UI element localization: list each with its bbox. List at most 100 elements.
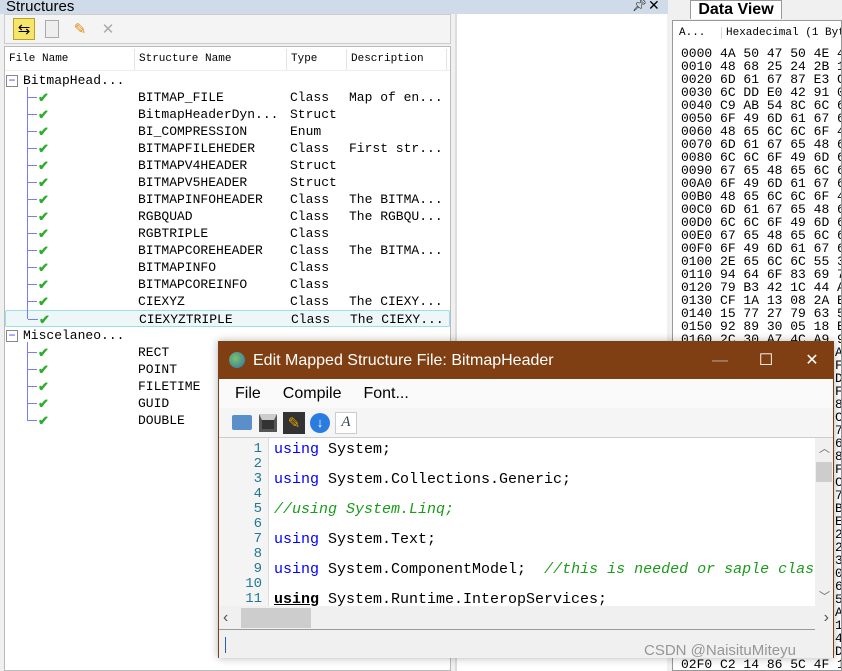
structure-description: Map of en... [349, 90, 443, 105]
code-line[interactable]: using System.Text; [274, 532, 436, 547]
code-line[interactable]: using System.Runtime.InteropServices; [274, 592, 607, 606]
scroll-up-icon[interactable]: ︿ [819, 440, 830, 456]
collapse-icon[interactable]: − [6, 74, 18, 87]
line-number: 1 [253, 441, 262, 457]
list-item[interactable]: ✔ BitmapHeaderDyn... Struct [5, 106, 450, 123]
structure-description: The BITMA... [349, 243, 443, 258]
structure-name: BITMAPV5HEADER [138, 175, 248, 190]
hscroll-thumb[interactable] [241, 608, 311, 628]
structure-name: RGBQUAD [138, 209, 193, 224]
col-structure-name[interactable]: Structure Name [135, 49, 287, 70]
line-number: 6 [253, 516, 262, 532]
save-icon[interactable] [257, 412, 279, 434]
check-icon: ✔ [38, 107, 49, 122]
code-line[interactable]: using System; [274, 442, 391, 457]
structure-name: RECT [138, 345, 170, 360]
save-edit-icon[interactable]: ✎ [283, 411, 305, 434]
maximize-button[interactable]: ☐ [743, 342, 789, 379]
list-item[interactable]: ✔ CIEXYZTRIPLE Class The CIEXY... [5, 310, 450, 327]
menu-bar: File Compile Font... [219, 379, 833, 408]
structure-name: BI_COMPRESSION [138, 124, 248, 139]
line-number: 8 [253, 546, 262, 562]
list-item[interactable]: ✔ BITMAPFILEHEDER Class First str... [5, 140, 450, 157]
watermark: CSDN @NaisituMiteyu [644, 642, 796, 659]
structures-panel-title: Structures [0, 0, 668, 14]
list-item[interactable]: ✔ RGBTRIPLE Class [5, 225, 450, 242]
code-editor[interactable]: 1 2 3 4 5 6 7 8 9 10 11 using System; using System.… [219, 438, 815, 606]
swap-folder-icon[interactable]: ⇆ [13, 18, 35, 40]
check-icon: ✔ [38, 243, 49, 258]
list-header: File Name Structure Name Type Descriptio… [5, 49, 450, 71]
delete-icon[interactable]: ✕ [97, 18, 119, 40]
col-type[interactable]: Type [287, 49, 347, 70]
col-address[interactable]: A... [679, 27, 705, 39]
list-item[interactable]: ✔ BITMAP_FILE Class Map of en... [5, 89, 450, 106]
check-icon: ✔ [38, 124, 49, 139]
scroll-thumb[interactable] [816, 462, 832, 482]
menu-font[interactable]: Font... [363, 379, 408, 408]
menu-file[interactable]: File [235, 379, 261, 408]
list-item[interactable]: ✔ CIEXYZ Class The CIEXY... [5, 293, 450, 310]
tab-data-view[interactable]: Data View [690, 0, 782, 19]
structure-name: CIEXYZ [138, 294, 185, 309]
structure-name: RGBTRIPLE [138, 226, 209, 241]
col-description[interactable]: Description [347, 49, 447, 70]
scroll-right-icon[interactable]: › [824, 609, 829, 627]
list-item[interactable]: ✔ BITMAPV4HEADER Struct [5, 157, 450, 174]
structure-name: BITMAPFILEHEDER [138, 141, 256, 156]
code-line[interactable]: //using System.Linq; [274, 502, 454, 517]
check-icon: ✔ [38, 294, 49, 309]
collapse-icon[interactable]: − [6, 329, 18, 342]
check-icon: ✔ [38, 226, 49, 241]
list-item[interactable]: ✔ BI_COMPRESSION Enum [5, 123, 450, 140]
col-file-name[interactable]: File Name [5, 49, 135, 70]
list-item[interactable]: ✔ BITMAPV5HEADER Struct [5, 174, 450, 191]
line-number: 3 [253, 471, 262, 487]
download-arrow-icon[interactable]: ↓ [309, 412, 331, 434]
vertical-scrollbar[interactable]: ︿ ﹀ [815, 438, 833, 606]
list-item[interactable]: ✔ BITMAPINFOHEADER Class The BITMA... [5, 191, 450, 208]
minimize-button[interactable]: — [697, 342, 743, 379]
structure-description: The CIEXY... [350, 312, 444, 327]
structure-name: BitmapHeaderDyn... [138, 107, 279, 122]
line-number: 4 [253, 486, 262, 502]
hex-row[interactable]: 02F0 C2 14 86 5C 4F 19 [681, 658, 841, 670]
menu-compile[interactable]: Compile [283, 379, 342, 408]
check-icon: ✔ [38, 158, 49, 173]
structure-type: Class [290, 90, 330, 105]
font-icon[interactable]: A [335, 411, 357, 434]
scroll-down-icon[interactable]: ﹀ [819, 588, 830, 604]
scroll-left-icon[interactable]: ‹ [223, 609, 228, 627]
code-line[interactable]: using System.ComponentModel; //this is n… [274, 562, 814, 577]
structure-type: Struct [290, 107, 337, 122]
check-icon: ✔ [38, 175, 49, 190]
panel-title-text: Structures [6, 0, 75, 14]
new-icon[interactable] [41, 18, 63, 40]
pin-icon[interactable]: 📌︎ [632, 0, 647, 12]
structure-type: Struct [290, 175, 337, 190]
check-icon: ✔ [38, 413, 49, 428]
check-icon: ✔ [38, 362, 49, 377]
structure-name: POINT [138, 362, 178, 377]
structure-type: Class [290, 294, 330, 309]
list-item[interactable]: ✔ BITMAPCOREINFO Class [5, 276, 450, 293]
close-icon[interactable]: ✕ [648, 0, 660, 14]
code-line[interactable]: using System.Collections.Generic; [274, 472, 571, 487]
check-icon: ✔ [38, 345, 49, 360]
edit-icon[interactable]: ✎ [69, 18, 91, 40]
list-item[interactable]: ✔ RGBQUAD Class The RGBQU... [5, 208, 450, 225]
structure-name: BITMAP_FILE [138, 90, 224, 105]
check-icon: ✔ [38, 141, 49, 156]
open-folder-icon[interactable] [231, 412, 253, 434]
globe-icon [229, 352, 245, 368]
edit-structure-dialog: Edit Mapped Structure File: BitmapHeader… [218, 341, 834, 658]
horizontal-scrollbar[interactable]: ‹ › [219, 606, 829, 630]
structure-name: BITMAPINFOHEADER [138, 192, 263, 207]
check-icon: ✔ [38, 209, 49, 224]
tree-group[interactable]: − BitmapHead... [5, 72, 450, 89]
list-item[interactable]: ✔ BITMAPCOREHEADER Class The BITMA... [5, 242, 450, 259]
line-number: 5 [253, 501, 262, 517]
close-button[interactable]: ✕ [789, 342, 835, 379]
col-hex[interactable]: Hexadecimal (1 Byte) [721, 27, 841, 39]
list-item[interactable]: ✔ BITMAPINFO Class [5, 259, 450, 276]
